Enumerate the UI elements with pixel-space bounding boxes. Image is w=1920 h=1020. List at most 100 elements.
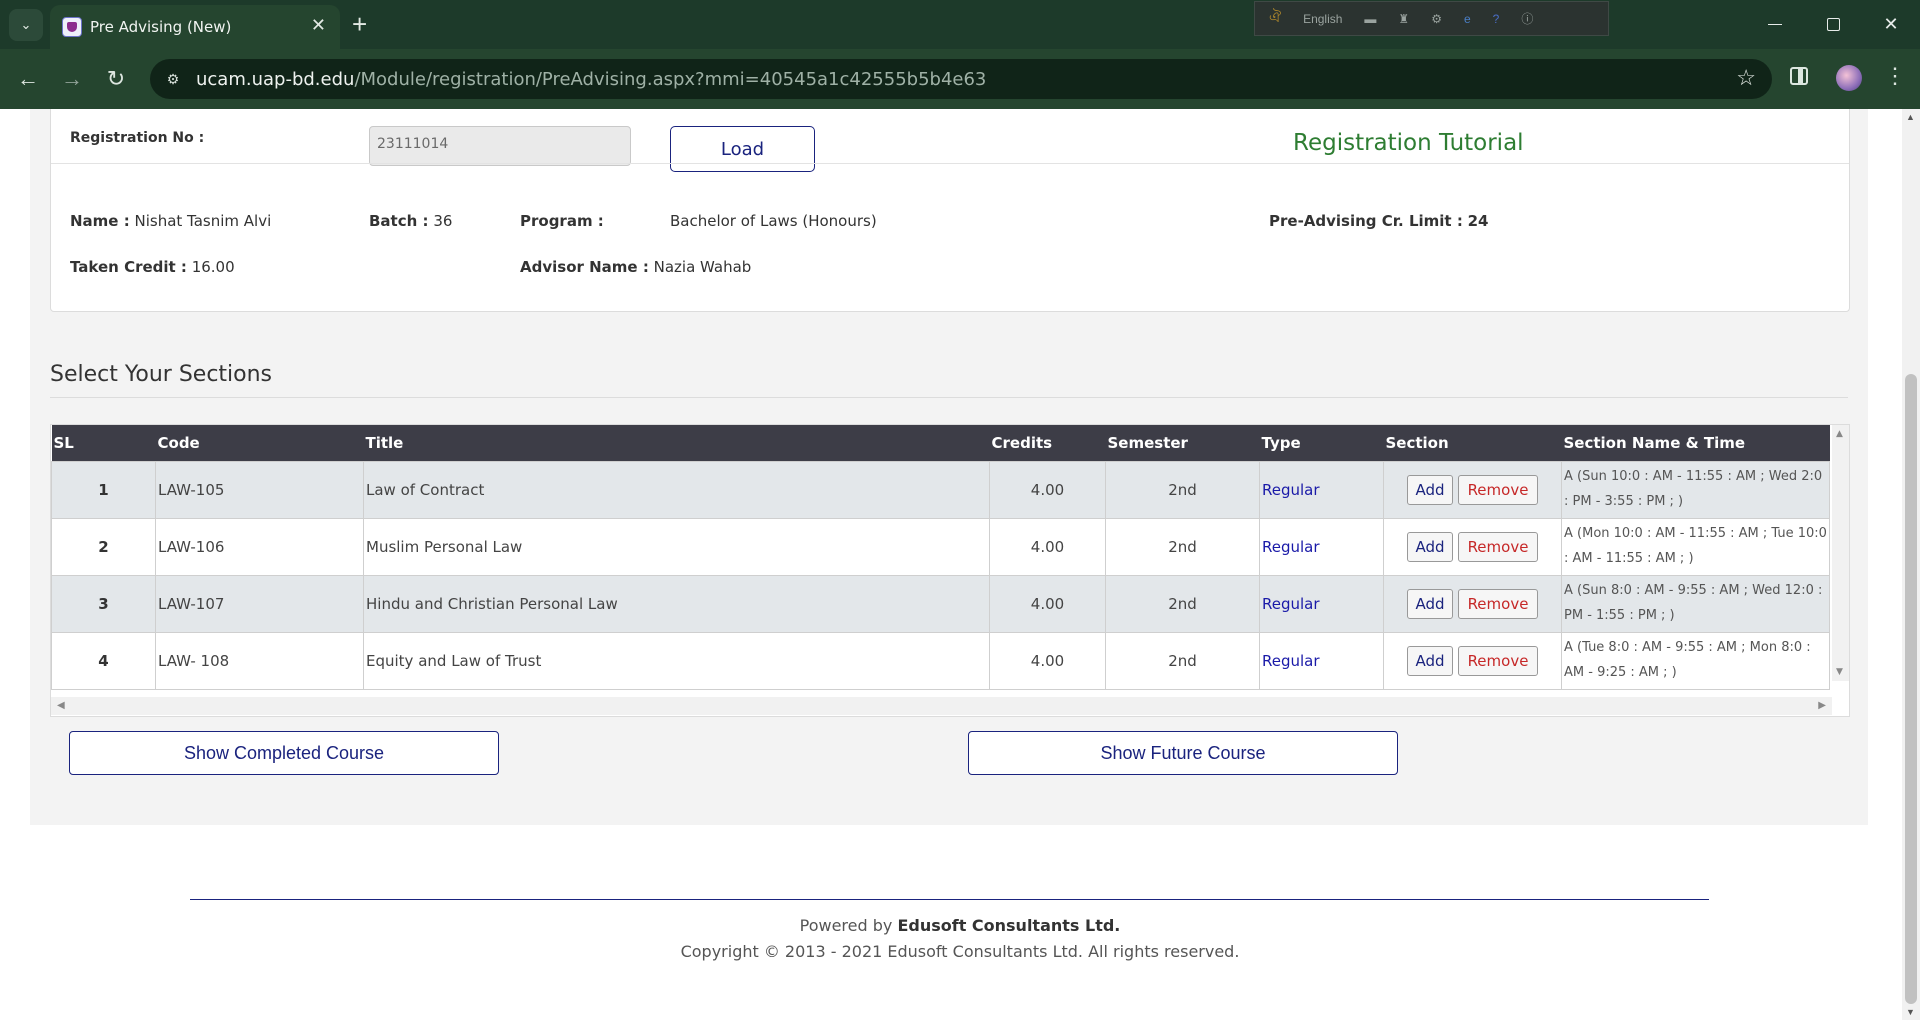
add-section-button[interactable]: Add bbox=[1407, 475, 1453, 505]
table-horizontal-scrollbar[interactable]: ◀ ▶ bbox=[51, 697, 1832, 715]
col-header-credits: Credits bbox=[989, 425, 1106, 462]
registration-no-input[interactable]: 23111014 bbox=[369, 126, 631, 166]
load-button[interactable]: Load bbox=[670, 126, 815, 172]
tool-icon[interactable]: ♜ bbox=[1398, 12, 1409, 26]
cell-code: LAW- 108 bbox=[155, 632, 364, 690]
col-header-code: Code bbox=[155, 425, 364, 462]
cell-code: LAW-107 bbox=[155, 575, 364, 633]
scroll-up-icon[interactable]: ▲ bbox=[1906, 112, 1915, 122]
back-arrow-icon[interactable]: ← bbox=[12, 63, 44, 95]
reload-icon[interactable]: ↻ bbox=[100, 63, 132, 95]
footer-powered-by: Powered by Edusoft Consultants Ltd. bbox=[799, 916, 1121, 935]
info-icon[interactable]: ⓘ bbox=[1521, 10, 1533, 27]
cell-section: Add Remove bbox=[1383, 632, 1562, 690]
cell-type: Regular bbox=[1259, 461, 1384, 519]
maximize-button[interactable] bbox=[1804, 0, 1862, 49]
program-label: Program : bbox=[520, 212, 604, 230]
advisor-name: Advisor Name : Nazia Wahab bbox=[520, 258, 752, 276]
cell-sl: 4 bbox=[51, 632, 156, 690]
cell-schedule: A (Sun 8:0 : AM - 9:55 : AM ; Wed 12:0 :… bbox=[1561, 575, 1830, 633]
remove-section-button[interactable]: Remove bbox=[1458, 532, 1538, 562]
language-label[interactable]: English bbox=[1303, 12, 1342, 26]
cell-schedule: A (Mon 10:0 : AM - 11:55 : AM ; Tue 10:0… bbox=[1561, 518, 1830, 576]
scrollbar-thumb[interactable] bbox=[1905, 374, 1917, 1004]
cell-semester: 2nd bbox=[1105, 632, 1260, 690]
cell-schedule: A (Tue 8:0 : AM - 9:55 : AM ; Mon 8:0 : … bbox=[1561, 632, 1830, 690]
program-value: Bachelor of Laws (Honours) bbox=[670, 212, 877, 230]
site-favicon-icon bbox=[62, 17, 82, 37]
close-tab-icon[interactable]: ✕ bbox=[311, 15, 326, 36]
sections-table: SL Code Title Credits Semester Type Sect… bbox=[51, 425, 1830, 690]
add-section-button[interactable]: Add bbox=[1407, 532, 1453, 562]
cell-semester: 2nd bbox=[1105, 518, 1260, 576]
col-header-title: Title bbox=[363, 425, 990, 462]
cell-semester: 2nd bbox=[1105, 461, 1260, 519]
cell-code: LAW-106 bbox=[155, 518, 364, 576]
add-section-button[interactable]: Add bbox=[1407, 589, 1453, 619]
cell-section: Add Remove bbox=[1383, 575, 1562, 633]
browser-toolbar: ← → ↻ ⚙ ucam.uap-bd.edu/Module/registrat… bbox=[0, 49, 1920, 109]
footer-copyright: Copyright © 2013 - 2021 Edusoft Consulta… bbox=[680, 942, 1240, 961]
cell-type: Regular bbox=[1259, 518, 1384, 576]
ime-icon[interactable]: ঐ bbox=[1269, 6, 1281, 31]
minimize-button[interactable] bbox=[1746, 0, 1804, 49]
add-section-button[interactable]: Add bbox=[1407, 646, 1453, 676]
table-row: 1 LAW-105 Law of Contract 4.00 2nd Regul… bbox=[51, 461, 1830, 519]
remove-section-button[interactable]: Remove bbox=[1458, 475, 1538, 505]
settings-icon[interactable]: ⚙ bbox=[1431, 12, 1442, 26]
scroll-left-icon[interactable]: ◀ bbox=[57, 700, 65, 711]
page-scrollbar[interactable]: ▲ ▼ bbox=[1902, 109, 1920, 1020]
cell-section: Add Remove bbox=[1383, 461, 1562, 519]
taken-credit: Taken Credit : 16.00 bbox=[70, 258, 235, 276]
col-header-section: Section bbox=[1383, 425, 1562, 462]
scroll-up-icon[interactable]: ▲ bbox=[1836, 429, 1843, 439]
window-controls: ✕ bbox=[1746, 0, 1920, 49]
bookmark-star-icon[interactable]: ☆ bbox=[1736, 65, 1756, 91]
cell-credits: 4.00 bbox=[989, 461, 1106, 519]
keyboard-icon[interactable]: ▬ bbox=[1364, 12, 1376, 26]
registration-tutorial-link[interactable]: Registration Tutorial bbox=[1293, 130, 1524, 156]
page-viewport: Registration No : 23111014 Load Registra… bbox=[0, 109, 1920, 1020]
credit-limit: Pre-Advising Cr. Limit : 24 bbox=[1269, 212, 1489, 230]
cell-semester: 2nd bbox=[1105, 575, 1260, 633]
col-header-schedule: Section Name & Time bbox=[1561, 425, 1830, 462]
browser-e-icon[interactable]: e bbox=[1464, 12, 1471, 26]
side-panel-icon[interactable] bbox=[1790, 67, 1808, 85]
address-bar[interactable]: ⚙ ucam.uap-bd.edu/Module/registration/Pr… bbox=[150, 59, 1772, 99]
chevron-down-icon: ⌄ bbox=[20, 17, 32, 32]
help-icon[interactable]: ? bbox=[1493, 12, 1500, 26]
student-name: Name : Nishat Tasnim Alvi bbox=[70, 212, 272, 230]
show-completed-course-button[interactable]: Show Completed Course bbox=[69, 731, 499, 775]
cell-section: Add Remove bbox=[1383, 518, 1562, 576]
menu-kebab-icon[interactable]: ⋮ bbox=[1884, 63, 1906, 89]
remove-section-button[interactable]: Remove bbox=[1458, 589, 1538, 619]
cell-title: Law of Contract bbox=[363, 461, 990, 519]
table-vertical-scrollbar[interactable]: ▲ ▼ bbox=[1832, 425, 1849, 681]
browser-tab-active[interactable]: Pre Advising (New) ✕ bbox=[50, 5, 340, 49]
scroll-down-icon[interactable]: ▼ bbox=[1906, 1007, 1915, 1017]
heading-rule bbox=[50, 397, 1848, 398]
card-divider bbox=[51, 163, 1849, 164]
cell-credits: 4.00 bbox=[989, 575, 1106, 633]
browser-title-bar: ⌄ Pre Advising (New) ✕ + ঐ English ▬ ♜ ⚙… bbox=[0, 0, 1920, 49]
close-window-button[interactable]: ✕ bbox=[1862, 0, 1920, 49]
tab-search-button[interactable]: ⌄ bbox=[9, 9, 43, 41]
url-text[interactable]: ucam.uap-bd.edu/Module/registration/PreA… bbox=[196, 69, 986, 90]
table-header-row: SL Code Title Credits Semester Type Sect… bbox=[51, 425, 1830, 462]
scroll-down-icon[interactable]: ▼ bbox=[1836, 667, 1843, 677]
sections-heading: Select Your Sections bbox=[50, 362, 273, 387]
col-header-type: Type bbox=[1259, 425, 1384, 462]
table-row: 3 LAW-107 Hindu and Christian Personal L… bbox=[51, 575, 1830, 633]
forward-arrow-icon[interactable]: → bbox=[56, 63, 88, 95]
cell-sl: 1 bbox=[51, 461, 156, 519]
cell-credits: 4.00 bbox=[989, 632, 1106, 690]
new-tab-button[interactable]: + bbox=[352, 9, 367, 39]
language-toolbar: ঐ English ▬ ♜ ⚙ e ? ⓘ bbox=[1254, 1, 1609, 36]
site-info-icon[interactable]: ⚙ bbox=[162, 68, 184, 90]
col-header-sl: SL bbox=[51, 425, 156, 462]
cell-credits: 4.00 bbox=[989, 518, 1106, 576]
show-future-course-button[interactable]: Show Future Course bbox=[968, 731, 1398, 775]
remove-section-button[interactable]: Remove bbox=[1458, 646, 1538, 676]
scroll-right-icon[interactable]: ▶ bbox=[1818, 700, 1826, 711]
profile-avatar[interactable] bbox=[1836, 65, 1862, 91]
